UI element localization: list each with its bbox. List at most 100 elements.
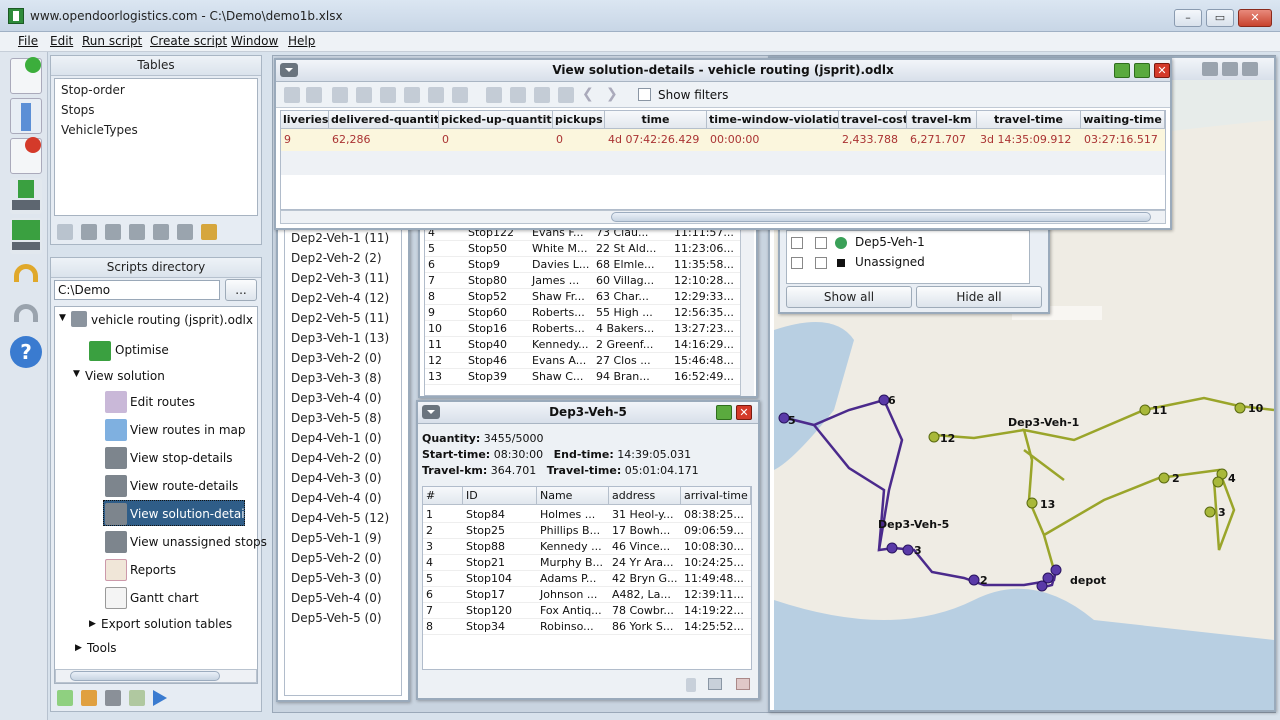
paste-icon[interactable]	[306, 87, 322, 103]
forward-arrow-icon[interactable]: ❯	[606, 86, 618, 102]
brush-icon[interactable]	[380, 87, 396, 103]
tree-expand-icon[interactable]: ▼	[59, 313, 66, 323]
menu-create-script[interactable]: Create script	[150, 34, 227, 48]
col-header[interactable]: travel-time	[977, 111, 1081, 129]
route-item[interactable]: Dep3-Veh-1 (13)	[291, 331, 389, 345]
copy-icon[interactable]	[284, 87, 300, 103]
delete-icon[interactable]	[736, 678, 750, 690]
wrench-icon[interactable]	[201, 224, 217, 240]
table-row[interactable]: 7 Stop120 Fox Antiq... 78 Cowbr... 14:19:22.…	[423, 603, 751, 619]
route-item[interactable]: Dep4-Veh-3 (0)	[291, 471, 382, 485]
route-item[interactable]: Dep3-Veh-2 (0)	[291, 351, 382, 365]
new-file-icon[interactable]	[10, 57, 42, 94]
menu-file[interactable]: File	[18, 34, 38, 48]
table-row[interactable]: 3 Stop88 Kennedy ... 46 Vince... 10:08:30...	[423, 539, 751, 555]
table-row[interactable]: 2 Stop25 Phillips B... 17 Bowh... 09:06:59..…	[423, 523, 751, 539]
route-item[interactable]: Dep2-Veh-2 (2)	[291, 251, 382, 265]
table-row[interactable]: 9 Stop60 Roberts... 55 High ... 12:56:35...	[425, 305, 745, 321]
new-script-icon[interactable]	[57, 690, 73, 706]
tree-tools[interactable]: Tools	[87, 641, 117, 655]
table-row[interactable]: 8 Stop52 Shaw Fr... 63 Char... 12:29:33...	[425, 289, 745, 305]
route-item[interactable]: Dep2-Veh-5 (11)	[291, 311, 389, 325]
check-icon[interactable]	[129, 690, 145, 706]
map-maximize-button[interactable]	[1222, 62, 1238, 76]
vehicle-close-button[interactable]: ✕	[736, 405, 752, 420]
tree-export-solution[interactable]: Export solution tables	[101, 617, 232, 631]
row-icon[interactable]	[452, 87, 468, 103]
pencil-icon[interactable]	[356, 87, 372, 103]
col-header[interactable]: arrival-time	[681, 487, 751, 505]
tree-gantt-chart[interactable]: Gantt chart	[130, 591, 199, 605]
scripts-path-input[interactable]: C:\Demo	[54, 280, 220, 300]
solution-hscroll[interactable]	[280, 210, 1166, 224]
tree-collapse-icon[interactable]: ▶	[75, 643, 82, 653]
route-item[interactable]: Dep5-Veh-4 (0)	[291, 591, 382, 605]
maximize-button[interactable]: ▭	[1206, 9, 1234, 27]
delete-row-icon[interactable]	[428, 87, 444, 103]
run-icon[interactable]	[153, 690, 167, 706]
legend-checkbox[interactable]	[791, 257, 803, 269]
route-item[interactable]: Dep3-Veh-5 (8)	[291, 411, 382, 425]
route-item[interactable]: Dep2-Veh-3 (11)	[291, 271, 389, 285]
paste-table-icon[interactable]	[129, 224, 145, 240]
back-arrow-icon[interactable]: ❮	[582, 86, 594, 102]
tree-collapse-icon[interactable]: ▶	[89, 619, 96, 629]
stop-details-vscroll[interactable]	[740, 224, 754, 396]
scripts-scrollbar[interactable]	[55, 669, 257, 683]
map-close-button[interactable]	[1242, 62, 1258, 76]
menu-edit[interactable]: Edit	[50, 34, 73, 48]
route-item[interactable]: Dep5-Veh-3 (0)	[291, 571, 382, 585]
route-item[interactable]: Dep5-Veh-1 (9)	[291, 531, 382, 545]
col-header[interactable]: liveries	[281, 111, 329, 129]
col-header[interactable]: travel-km	[907, 111, 977, 129]
show-all-button[interactable]: Show all	[786, 286, 912, 308]
route-item[interactable]: Dep4-Veh-5 (12)	[291, 511, 389, 525]
solution-maximize-button[interactable]	[1134, 63, 1150, 78]
table-row[interactable]: 5 Stop104 Adams P... 42 Bryn G... 11:49:48..…	[423, 571, 751, 587]
undo-icon[interactable]	[10, 258, 42, 294]
route-item[interactable]: Dep4-Veh-4 (0)	[291, 491, 382, 505]
col-header[interactable]: travel-cost	[839, 111, 907, 129]
table-row[interactable]: 10 Stop16 Roberts... 4 Bakers... 13:27:23...	[425, 321, 745, 337]
table-item-vehicletypes[interactable]: VehicleTypes	[61, 123, 138, 137]
import-icon[interactable]	[10, 178, 42, 214]
table-item-stop-order[interactable]: Stop-order	[61, 83, 125, 97]
tree-expand-icon[interactable]: ▼	[73, 369, 80, 379]
window-menu-icon[interactable]	[280, 63, 298, 77]
tree-view-solution-details[interactable]: View solution-details	[130, 507, 254, 521]
route-item[interactable]: Dep3-Veh-3 (8)	[291, 371, 382, 385]
legend-checkbox[interactable]	[815, 237, 827, 249]
add-table-icon[interactable]	[57, 224, 73, 240]
table-row[interactable]: 1 Stop84 Holmes ... 31 Heol-y... 08:38:25...	[423, 507, 751, 523]
menu-help[interactable]: Help	[288, 34, 315, 48]
route-item[interactable]: Dep2-Veh-4 (12)	[291, 291, 389, 305]
close-file-icon[interactable]	[10, 137, 42, 174]
table-row[interactable]: 11 Stop40 Kennedy... 2 Greenf... 14:16:29...	[425, 337, 745, 353]
route-item[interactable]: Dep4-Veh-2 (0)	[291, 451, 382, 465]
col-header[interactable]: address	[609, 487, 681, 505]
rename-table-icon[interactable]	[177, 224, 193, 240]
open-file-icon[interactable]	[10, 98, 42, 134]
tree-optimise[interactable]: Optimise	[115, 343, 169, 357]
menu-run-script[interactable]: Run script	[82, 34, 142, 48]
align-right-icon[interactable]	[510, 87, 526, 103]
route-item[interactable]: Dep5-Veh-5 (0)	[291, 611, 382, 625]
redo-icon[interactable]	[10, 298, 42, 334]
pencil-icon[interactable]	[81, 690, 97, 706]
col-header[interactable]: time-window-violation	[707, 111, 839, 129]
col-header[interactable]: Name	[537, 487, 609, 505]
table-row[interactable]: 9 62,286 0 0 4d 07:42:26.429 00:00:00 2,…	[281, 129, 1165, 151]
table-row[interactable]: 13 Stop39 Shaw C... 94 Bran... 16:52:49...	[425, 369, 745, 385]
window-menu-icon[interactable]	[422, 405, 440, 419]
menu-window[interactable]: Window	[231, 34, 278, 48]
legend-checkbox[interactable]	[791, 237, 803, 249]
tree-reports[interactable]: Reports	[130, 563, 176, 577]
info-icon[interactable]	[686, 678, 696, 692]
tree-root-script[interactable]: vehicle routing (jsprit).odlx	[91, 313, 253, 327]
col-header[interactable]: #	[423, 487, 463, 505]
tree-view-unassigned[interactable]: View unassigned stops	[130, 535, 267, 549]
col-header[interactable]: pickups	[553, 111, 605, 129]
tree-view-routes-map[interactable]: View routes in map	[130, 423, 245, 437]
vehicle-minimize-button[interactable]	[716, 405, 732, 420]
move-down-icon[interactable]	[558, 87, 574, 103]
